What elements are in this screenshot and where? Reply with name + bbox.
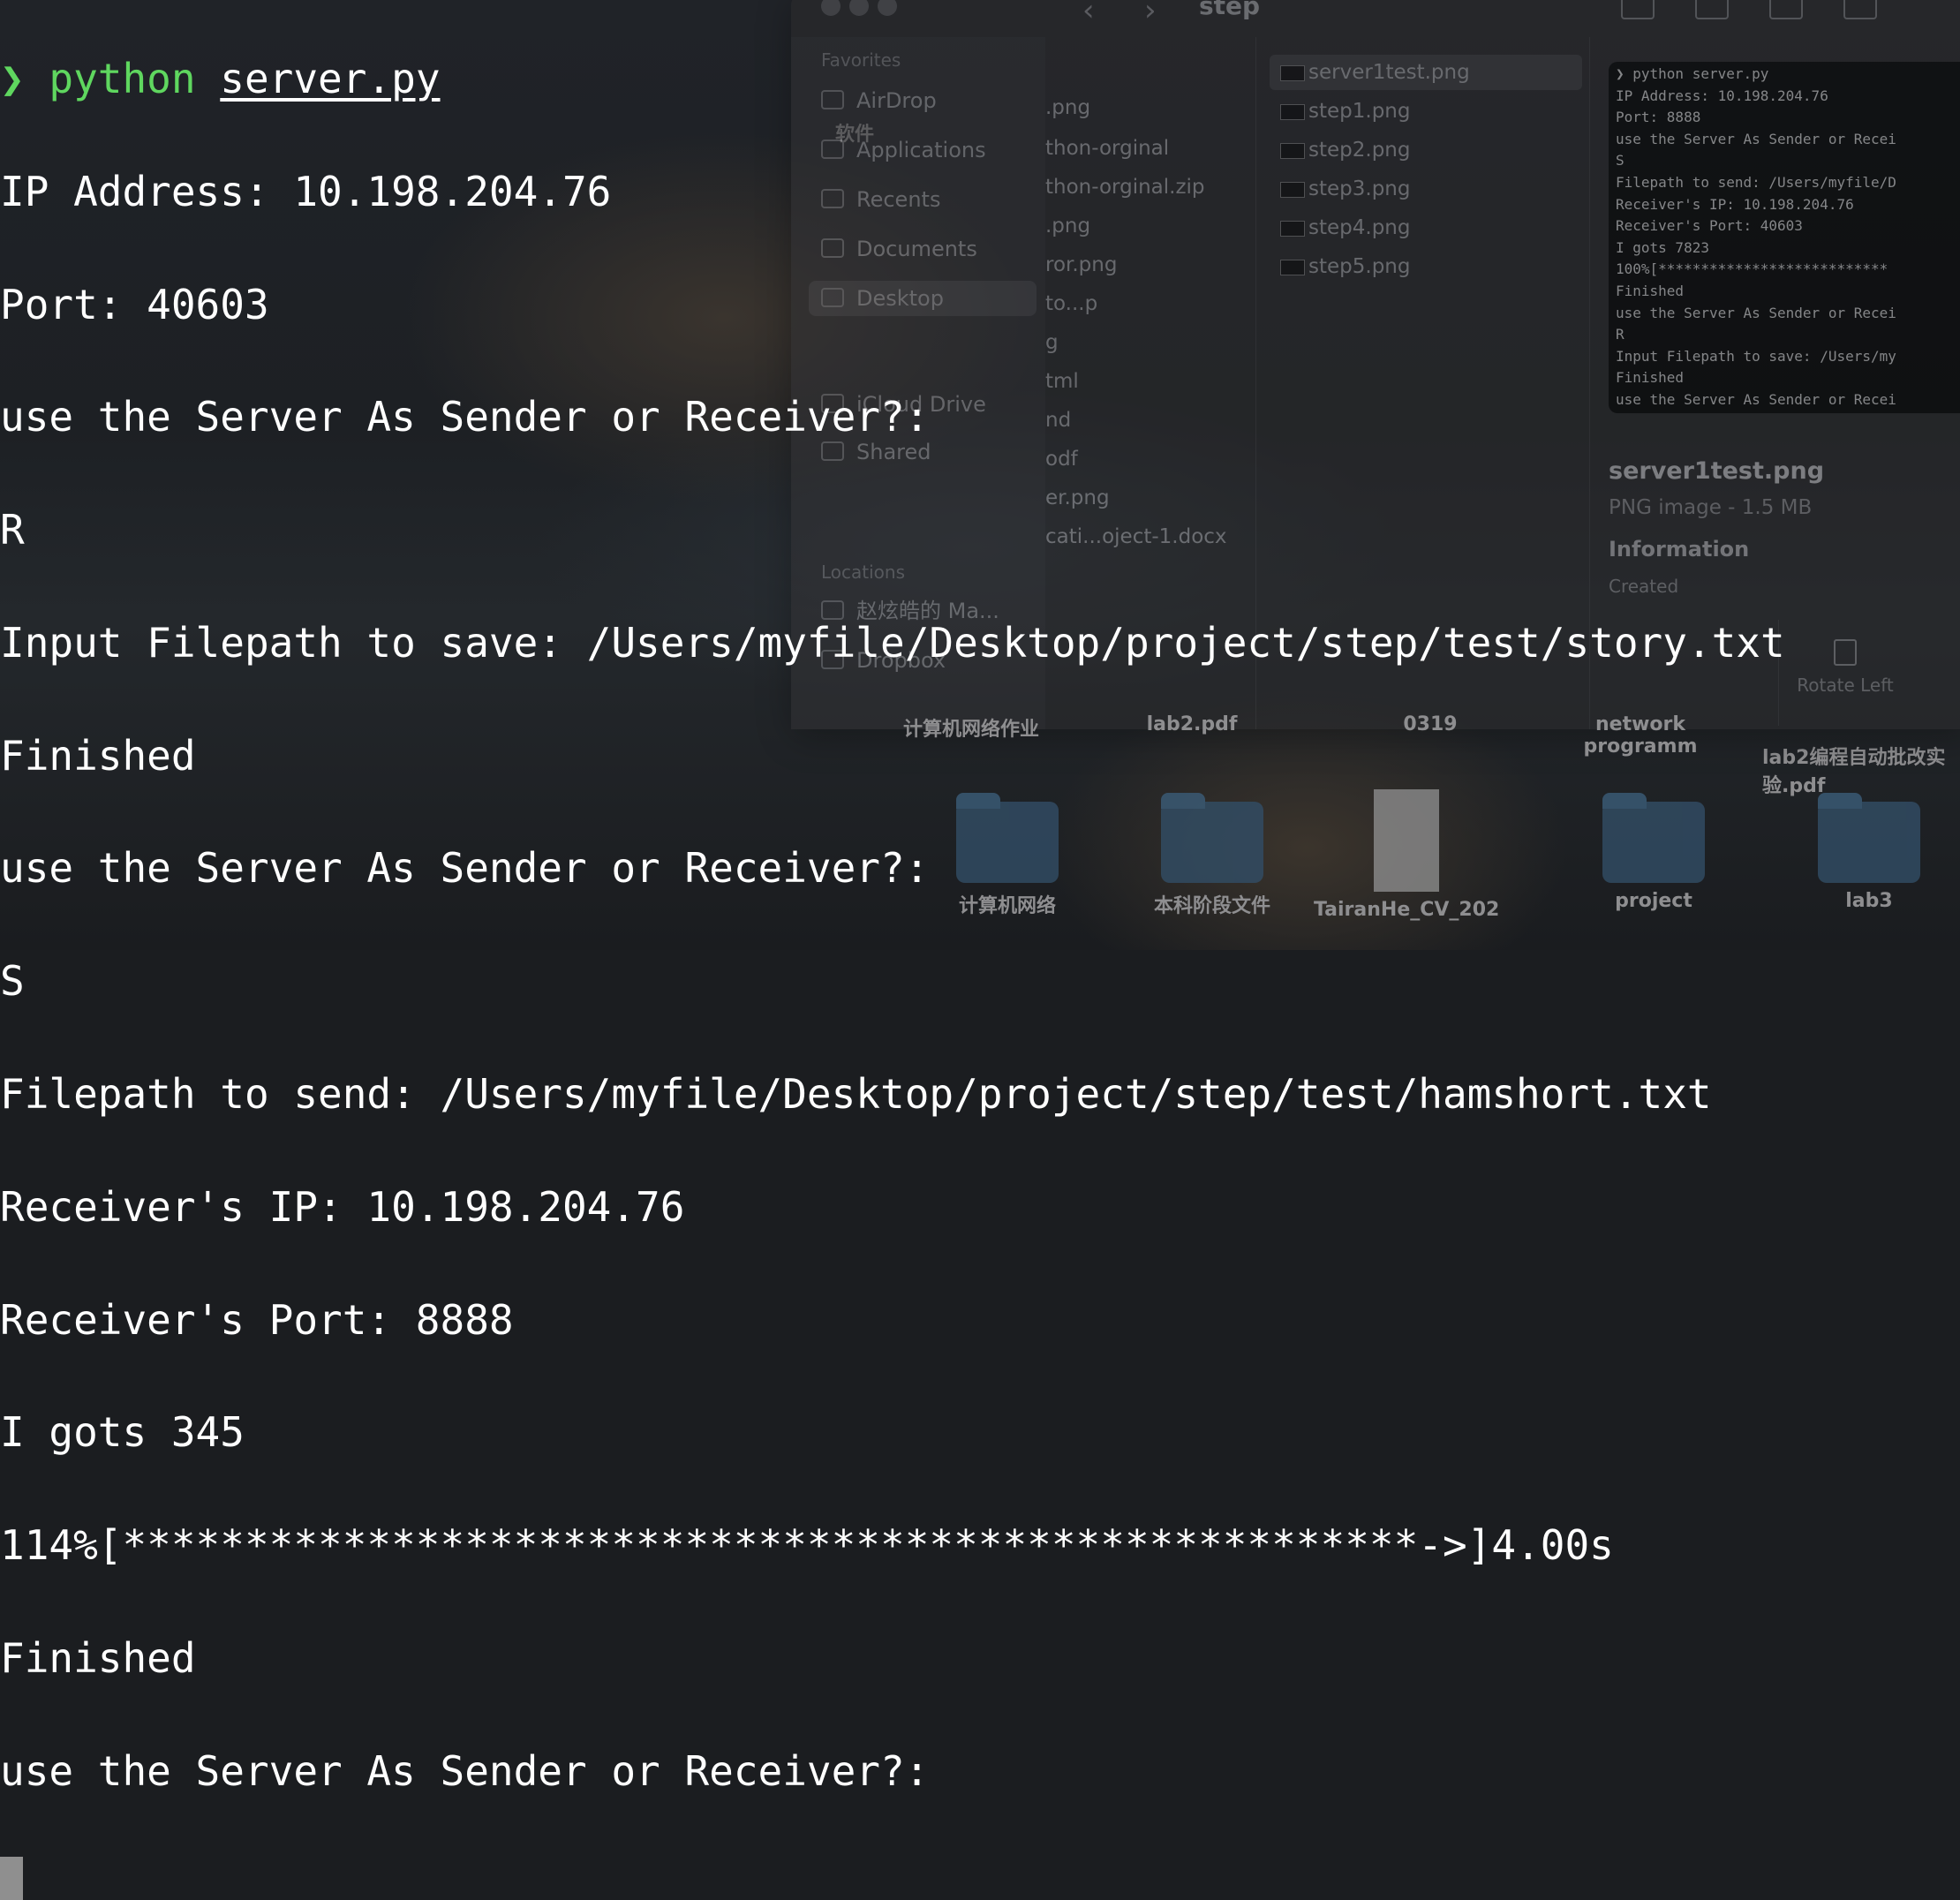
terminal-line: Finished xyxy=(0,1634,196,1683)
terminal-output[interactable]: ❯ python server.py IP Address: 10.198.20… xyxy=(0,0,1960,1900)
command-text: python xyxy=(49,54,196,102)
terminal-line: Receiver's Port: 8888 xyxy=(0,1295,514,1344)
command-argument: server.py xyxy=(220,54,441,102)
terminal-cursor[interactable] xyxy=(0,1856,23,1900)
prompt-arrow-icon: ❯ xyxy=(0,54,25,102)
terminal-line: Port: 40603 xyxy=(0,280,269,328)
terminal-line: use the Server As Sender or Receiver?: xyxy=(0,1746,930,1795)
terminal-line: use the Server As Sender or Receiver?: xyxy=(0,393,930,441)
terminal-line: S xyxy=(0,957,25,1006)
progress-bar-line: 114%[***********************************… xyxy=(0,1521,1614,1570)
terminal-line: Finished xyxy=(0,731,196,780)
terminal-line: use the Server As Sender or Receiver?: xyxy=(0,844,930,893)
cursor-line xyxy=(0,1856,1960,1900)
terminal-line: I gots 345 xyxy=(0,1408,245,1457)
terminal-line: R xyxy=(0,506,25,554)
terminal-line: IP Address: 10.198.204.76 xyxy=(0,167,612,215)
prompt-line: ❯ python server.py xyxy=(0,51,1960,108)
terminal-line: Receiver's IP: 10.198.204.76 xyxy=(0,1182,685,1231)
terminal-line: Input Filepath to save: /Users/myfile/De… xyxy=(0,618,1785,667)
terminal-line: Filepath to send: /Users/myfile/Desktop/… xyxy=(0,1070,1712,1119)
